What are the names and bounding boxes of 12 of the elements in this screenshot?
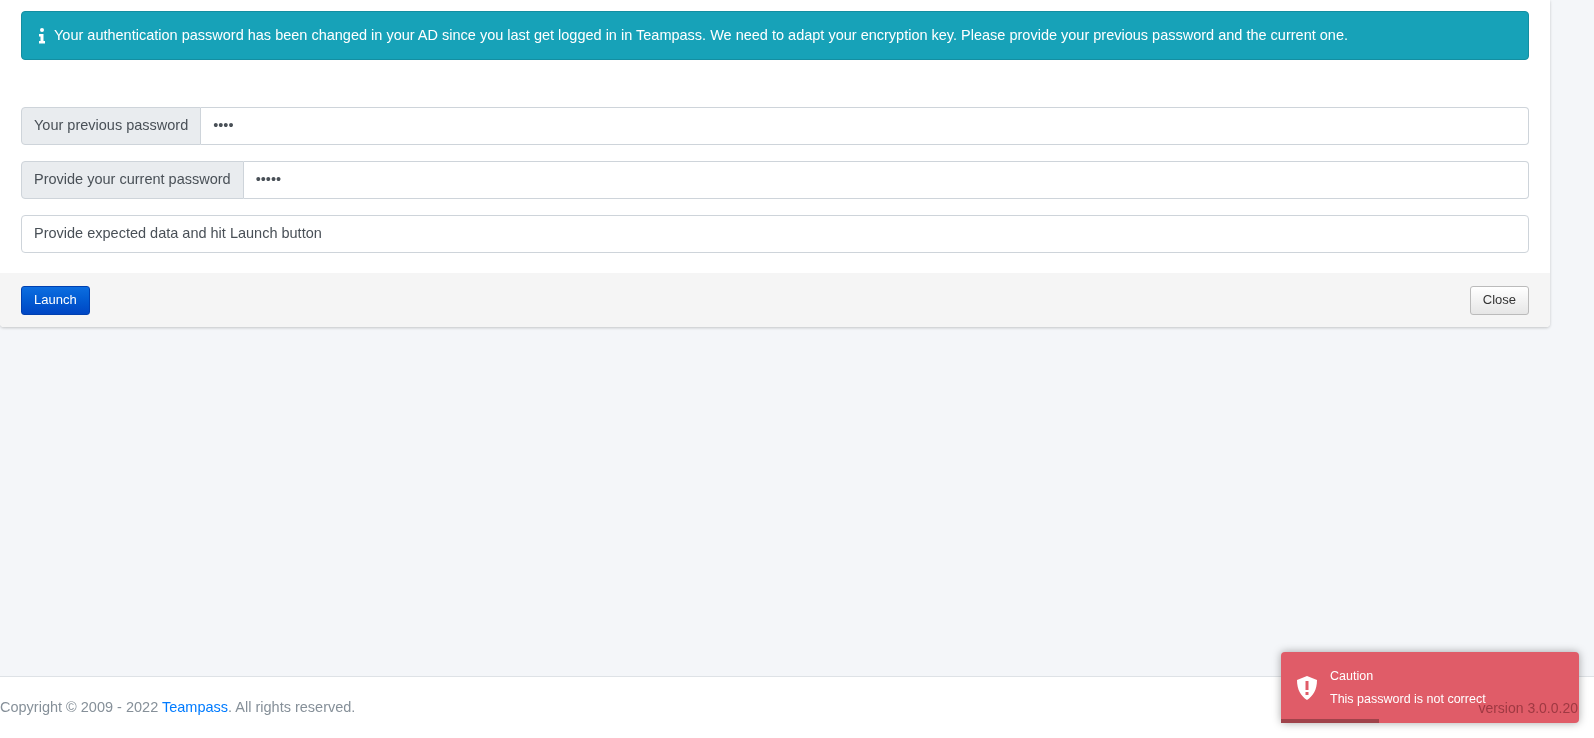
launch-button[interactable]: Launch	[21, 285, 90, 315]
status-field[interactable]: Provide expected data and hit Launch button	[21, 215, 1529, 253]
close-button[interactable]: Close	[1469, 285, 1529, 315]
alert-message: Your authentication password has been changed in your AD since you last get logged in in Teampass. We need to adapt your encryption key. Please provide your previous password and the current one.	[54, 25, 1348, 45]
password-field[interactable]: ••••	[201, 107, 1529, 145]
shield-exclamation-icon	[1297, 675, 1317, 700]
password-field[interactable]: •••••	[243, 161, 1529, 199]
copyright-text: Copyright © 2009 - 2022 Teampass. All rights reserved.	[0, 697, 356, 717]
field-label: Provide your current password	[21, 161, 244, 199]
toast-title: Caution	[1330, 667, 1375, 685]
field-label: Your previous password	[21, 107, 202, 145]
info-icon	[38, 27, 46, 44]
